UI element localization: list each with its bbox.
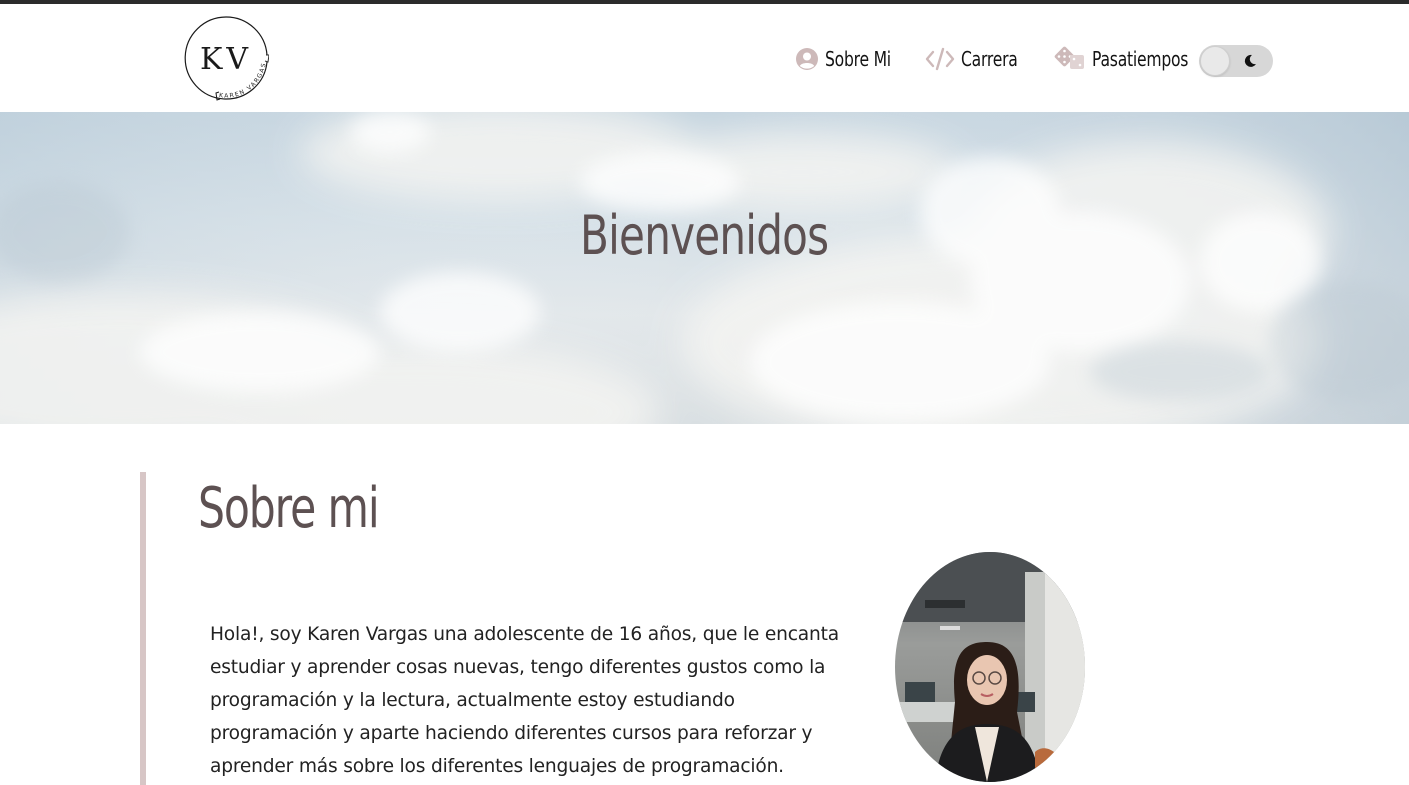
about-text: Hola!, soy Karen Vargas una adolescente … — [210, 618, 880, 783]
about-text-line: aprender más sobre los diferentes lengua… — [210, 755, 784, 777]
dice-icon — [1054, 46, 1086, 72]
code-icon — [925, 47, 955, 71]
main-nav: Sobre Mi Carrera Pasatiempos — [709, 4, 1409, 112]
toggle-knob — [1200, 46, 1230, 76]
about-section: Sobre mi Hola!, soy Karen Vargas una ado… — [140, 472, 1140, 785]
logo-initials: KV — [200, 42, 252, 77]
nav-item-carrera[interactable]: Carrera — [925, 44, 1034, 74]
about-text-line: Hola!, soy Karen Vargas una adolescente … — [210, 623, 839, 645]
nav-label-pasatiempos: Pasatiempos — [1092, 47, 1189, 71]
nav-item-pasatiempos[interactable]: Pasatiempos — [1054, 44, 1215, 74]
hero-title: Bienvenidos — [580, 204, 829, 267]
nav-item-sobre-mi[interactable]: Sobre Mi — [795, 44, 910, 74]
monogram-logo-icon: KV KAREN VARGAS — [184, 16, 269, 101]
user-circle-icon — [795, 47, 819, 71]
site-header: KV KAREN VARGAS Sobre Mi Carrera Pasatie… — [0, 4, 1409, 112]
theme-toggle[interactable] — [1199, 45, 1273, 77]
nav-label-sobre-mi: Sobre Mi — [825, 47, 891, 71]
profile-photo — [895, 552, 1085, 782]
hero-banner: Bienvenidos — [0, 112, 1409, 424]
about-text-line: programación y aparte haciendo diferente… — [210, 722, 813, 744]
moon-icon — [1244, 54, 1256, 67]
nav-label-carrera: Carrera — [961, 47, 1018, 71]
cloudy-sky-image — [0, 112, 1409, 424]
site-logo[interactable]: KV KAREN VARGAS — [183, 15, 269, 101]
about-text-line: programación y la lectura, actualmente e… — [210, 689, 735, 711]
about-title: Sobre mi — [198, 476, 380, 541]
about-text-line: estudiar y aprender cosas nuevas, tengo … — [210, 656, 826, 678]
section-accent-bar — [140, 472, 146, 785]
